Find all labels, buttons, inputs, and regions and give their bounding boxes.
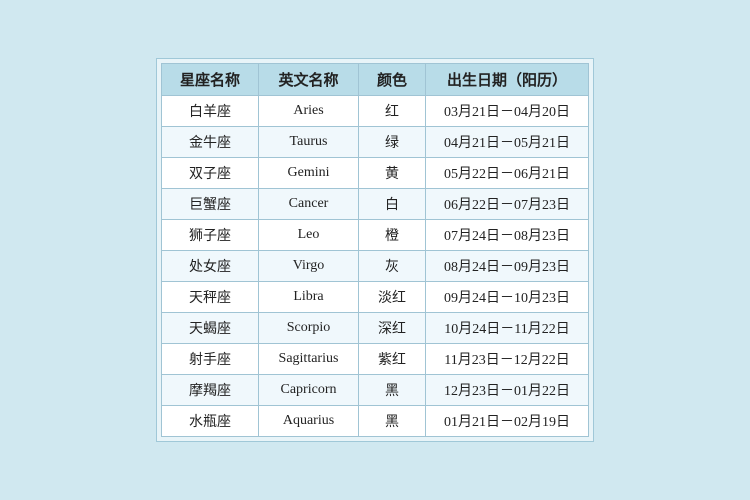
cell-date: 10月24日－11月22日 xyxy=(426,313,589,344)
cell-color: 黄 xyxy=(359,158,426,189)
cell-date: 09月24日－10月23日 xyxy=(426,282,589,313)
cell-color: 橙 xyxy=(359,220,426,251)
cell-en: Cancer xyxy=(259,189,359,220)
cell-color: 黑 xyxy=(359,375,426,406)
header-en: 英文名称 xyxy=(259,64,359,96)
cell-date: 01月21日－02月19日 xyxy=(426,406,589,437)
cell-zh: 白羊座 xyxy=(161,96,258,127)
cell-en: Gemini xyxy=(259,158,359,189)
cell-color: 绿 xyxy=(359,127,426,158)
table-row: 巨蟹座Cancer白06月22日－07月23日 xyxy=(161,189,588,220)
cell-color: 深红 xyxy=(359,313,426,344)
table-header-row: 星座名称 英文名称 颜色 出生日期（阳历） xyxy=(161,64,588,96)
cell-en: Virgo xyxy=(259,251,359,282)
cell-zh: 金牛座 xyxy=(161,127,258,158)
cell-en: Aquarius xyxy=(259,406,359,437)
cell-zh: 水瓶座 xyxy=(161,406,258,437)
table-row: 天秤座Libra淡红09月24日－10月23日 xyxy=(161,282,588,313)
cell-en: Capricorn xyxy=(259,375,359,406)
table-row: 射手座Sagittarius紫红11月23日－12月22日 xyxy=(161,344,588,375)
cell-en: Leo xyxy=(259,220,359,251)
cell-date: 07月24日－08月23日 xyxy=(426,220,589,251)
cell-en: Aries xyxy=(259,96,359,127)
cell-zh: 天蝎座 xyxy=(161,313,258,344)
cell-zh: 天秤座 xyxy=(161,282,258,313)
zodiac-table-wrapper: 星座名称 英文名称 颜色 出生日期（阳历） 白羊座Aries红03月21日－04… xyxy=(156,58,594,442)
table-row: 白羊座Aries红03月21日－04月20日 xyxy=(161,96,588,127)
cell-zh: 双子座 xyxy=(161,158,258,189)
zodiac-table: 星座名称 英文名称 颜色 出生日期（阳历） 白羊座Aries红03月21日－04… xyxy=(161,63,589,437)
cell-en: Taurus xyxy=(259,127,359,158)
cell-zh: 巨蟹座 xyxy=(161,189,258,220)
cell-date: 12月23日－01月22日 xyxy=(426,375,589,406)
cell-date: 05月22日－06月21日 xyxy=(426,158,589,189)
cell-color: 白 xyxy=(359,189,426,220)
table-row: 水瓶座Aquarius黑01月21日－02月19日 xyxy=(161,406,588,437)
table-row: 狮子座Leo橙07月24日－08月23日 xyxy=(161,220,588,251)
header-date: 出生日期（阳历） xyxy=(426,64,589,96)
cell-en: Scorpio xyxy=(259,313,359,344)
cell-zh: 狮子座 xyxy=(161,220,258,251)
cell-en: Sagittarius xyxy=(259,344,359,375)
cell-zh: 射手座 xyxy=(161,344,258,375)
cell-en: Libra xyxy=(259,282,359,313)
table-row: 处女座Virgo灰08月24日－09月23日 xyxy=(161,251,588,282)
cell-date: 03月21日－04月20日 xyxy=(426,96,589,127)
cell-date: 08月24日－09月23日 xyxy=(426,251,589,282)
table-row: 摩羯座Capricorn黑12月23日－01月22日 xyxy=(161,375,588,406)
table-row: 金牛座Taurus绿04月21日－05月21日 xyxy=(161,127,588,158)
cell-color: 淡红 xyxy=(359,282,426,313)
cell-color: 黑 xyxy=(359,406,426,437)
cell-color: 红 xyxy=(359,96,426,127)
cell-color: 紫红 xyxy=(359,344,426,375)
cell-date: 06月22日－07月23日 xyxy=(426,189,589,220)
header-zh: 星座名称 xyxy=(161,64,258,96)
header-color: 颜色 xyxy=(359,64,426,96)
cell-zh: 摩羯座 xyxy=(161,375,258,406)
table-row: 天蝎座Scorpio深红10月24日－11月22日 xyxy=(161,313,588,344)
cell-date: 04月21日－05月21日 xyxy=(426,127,589,158)
table-row: 双子座Gemini黄05月22日－06月21日 xyxy=(161,158,588,189)
cell-color: 灰 xyxy=(359,251,426,282)
cell-date: 11月23日－12月22日 xyxy=(426,344,589,375)
cell-zh: 处女座 xyxy=(161,251,258,282)
